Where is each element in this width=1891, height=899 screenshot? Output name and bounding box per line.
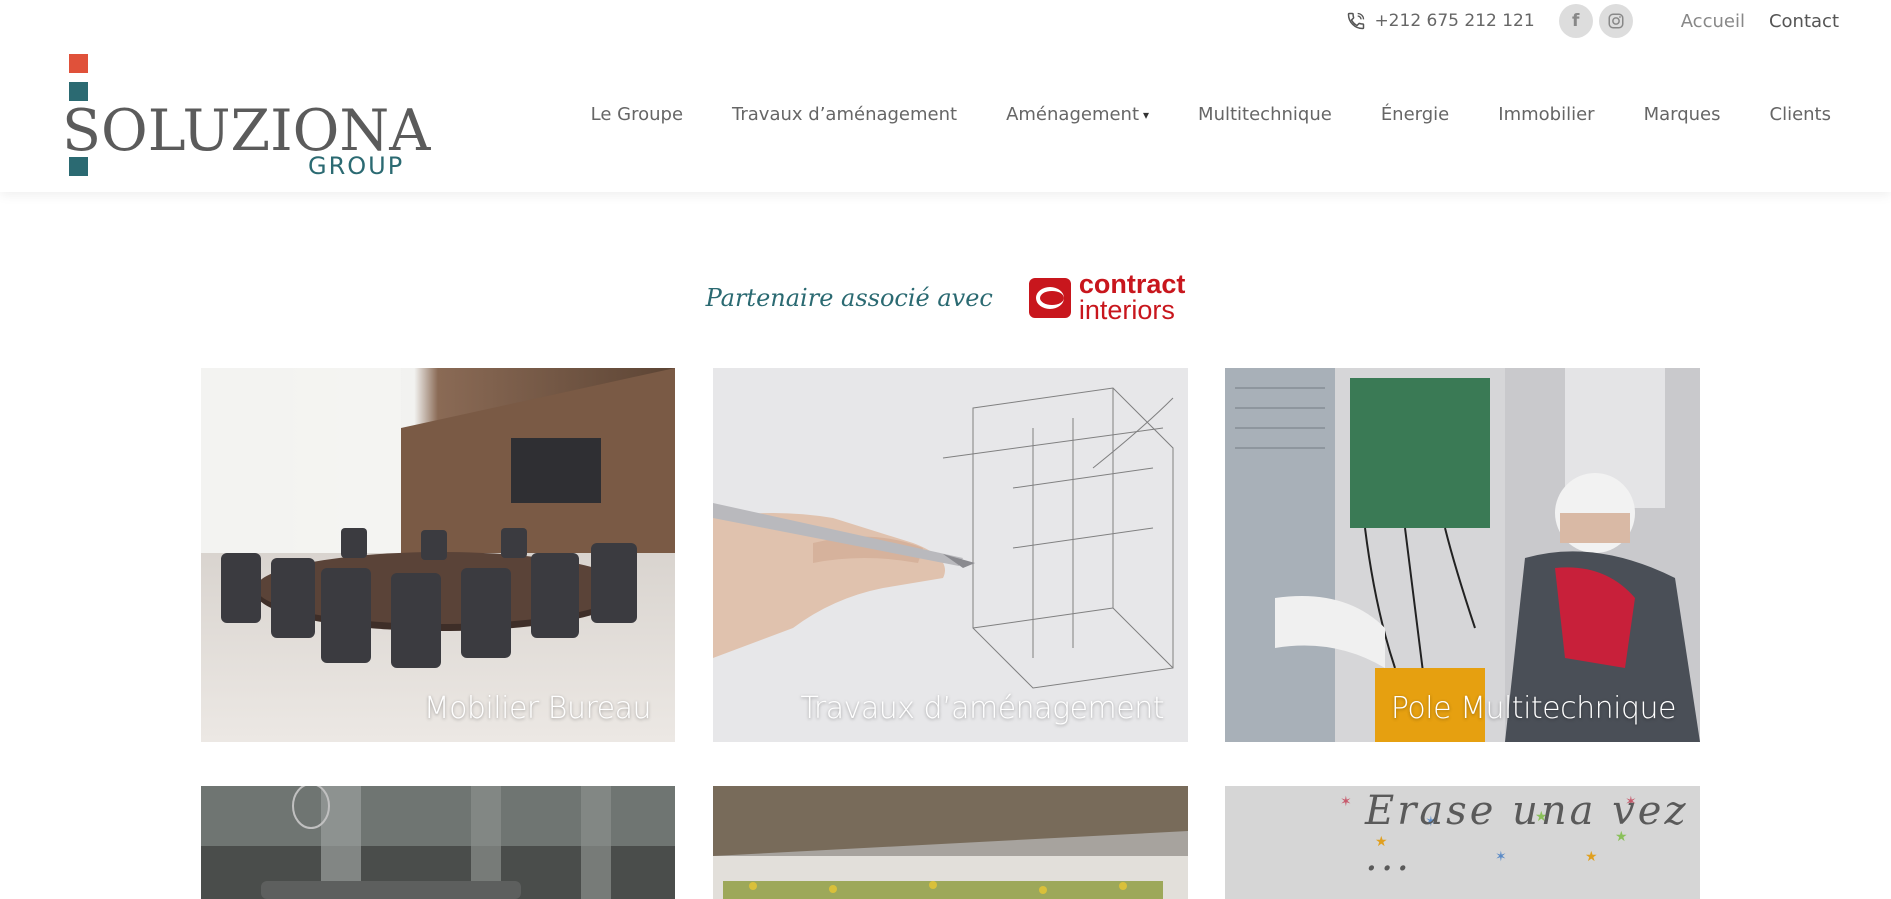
instagram-icon[interactable] — [1598, 4, 1633, 38]
card-label: Mobilier Bureau — [423, 691, 652, 726]
main-nav: Le Groupe Travaux d’aménagement Aménagem… — [542, 104, 1831, 125]
card-pole-multitechnique[interactable]: Pole Multitechnique — [1225, 368, 1700, 742]
nav-label: Le Groupe — [590, 104, 684, 125]
nav-label: Marques — [1643, 104, 1721, 125]
nav-label: Multitechnique — [1198, 104, 1332, 125]
partner-banner: Partenaire associé avec contract interio… — [0, 269, 1891, 325]
nav-item-energie[interactable]: Énergie — [1381, 104, 1449, 125]
nav-label: Travaux d’aménagement — [732, 104, 958, 125]
card-travaux-amenagement[interactable]: Travaux d’aménagement — [713, 368, 1188, 742]
partner-text: Partenaire associé avec — [705, 283, 993, 312]
interior-image — [201, 786, 675, 899]
nav-item-le-groupe[interactable]: Le Groupe — [591, 104, 683, 125]
garden-image — [713, 786, 1188, 899]
card-garden[interactable] — [713, 786, 1188, 899]
card-label: Travaux d’aménagement — [800, 691, 1164, 726]
nav-label: Immobilier — [1498, 104, 1595, 125]
logo-group-text: GROUP — [308, 152, 405, 180]
nav-item-clients[interactable]: Clients — [1770, 104, 1832, 125]
brand-line-2: interiors — [1078, 294, 1175, 325]
nav-label: Énergie — [1380, 104, 1450, 125]
boardroom-image — [201, 368, 675, 742]
card-kids[interactable]: ✶ ★ ✶ ✶ ★ ★ ✶ ★ Erase una vez ... — [1225, 786, 1700, 899]
facebook-icon[interactable]: f — [1558, 4, 1593, 38]
chevron-down-icon: ▾ — [1143, 107, 1150, 122]
top-bar: +212 675 212 121 f Accueil Contact — [1346, 0, 1839, 42]
kids-wall-text: Erase una vez ... — [1365, 788, 1689, 880]
technician-image — [1225, 368, 1700, 742]
site-logo[interactable]: SOLUZIONA GROUP — [62, 52, 430, 182]
site-header: +212 675 212 121 f Accueil Contact SOLUZ… — [0, 0, 1891, 192]
card-interior[interactable] — [201, 786, 675, 899]
card-mobilier-bureau[interactable]: Mobilier Bureau — [201, 368, 675, 742]
logo-square-orange — [69, 54, 88, 73]
phone-link[interactable]: +212 675 212 121 — [1346, 11, 1535, 31]
nav-item-travaux[interactable]: Travaux d’aménagement — [732, 104, 957, 125]
phone-icon — [1348, 12, 1365, 30]
nav-item-multitechnique[interactable]: Multitechnique — [1198, 104, 1332, 125]
top-link-accueil[interactable]: Accueil — [1681, 11, 1745, 32]
nav-item-immobilier[interactable]: Immobilier — [1498, 104, 1594, 125]
brand-line-1: contract — [1078, 269, 1186, 299]
card-label: Pole Multitechnique — [1390, 691, 1677, 726]
nav-item-amenagement[interactable]: Aménagement ▾ — [1006, 104, 1149, 125]
nav-label: Aménagement — [1006, 104, 1140, 125]
svg-text:✶: ✶ — [1340, 794, 1352, 810]
phone-number: +212 675 212 121 — [1374, 11, 1535, 31]
nav-item-marques[interactable]: Marques — [1644, 104, 1721, 125]
architectural-sketch-image — [713, 368, 1188, 742]
nav-label: Clients — [1769, 104, 1832, 125]
contract-interiors-mark-icon — [1028, 277, 1071, 318]
contract-interiors-logo[interactable]: contract interiors — [1028, 269, 1186, 325]
top-link-contact[interactable]: Contact — [1769, 11, 1839, 32]
contract-interiors-wordmark: contract interiors — [1078, 269, 1186, 325]
social-links: f — [1558, 4, 1633, 38]
instagram-glyph — [1608, 13, 1624, 29]
